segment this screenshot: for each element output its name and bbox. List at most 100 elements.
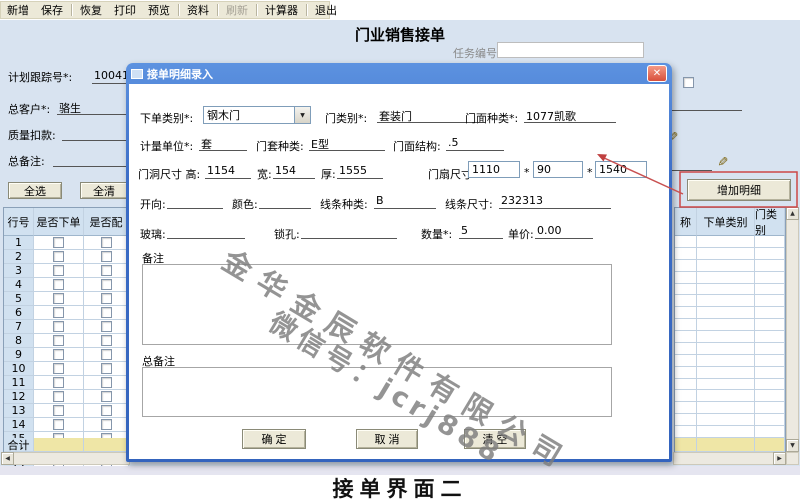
order-type-value: 钢木门 — [204, 107, 294, 123]
row-checkbox[interactable] — [101, 279, 112, 290]
leaf-height-input[interactable]: 1540 — [595, 161, 647, 178]
total-remark-field[interactable] — [53, 152, 129, 167]
toolbar-button-退出[interactable]: 退出 — [309, 2, 343, 18]
unit-price-field[interactable]: 0.00 — [535, 224, 593, 239]
leaf-width-input[interactable]: 1110 — [468, 161, 520, 178]
row-checkbox[interactable] — [53, 307, 64, 318]
toolbar-button-新增[interactable]: 新增 — [1, 2, 35, 18]
row-checkbox[interactable] — [53, 391, 64, 402]
row-checkbox[interactable] — [53, 265, 64, 276]
row-checkbox[interactable] — [101, 307, 112, 318]
row-checkbox[interactable] — [101, 293, 112, 304]
toolbar-button-保存[interactable]: 保存 — [35, 2, 69, 18]
door-category-cell — [755, 367, 785, 379]
row-checkbox[interactable] — [53, 349, 64, 360]
scroll-down-button[interactable]: ▼ — [786, 439, 799, 452]
row-checkbox[interactable] — [101, 377, 112, 388]
row-checkbox[interactable] — [53, 377, 64, 388]
remark-field-right[interactable] — [672, 156, 712, 171]
edit-pencil-icon[interactable]: ✎ — [714, 156, 729, 167]
line-type-field[interactable]: B — [374, 194, 436, 209]
chevron-down-icon[interactable]: ▼ — [294, 107, 310, 123]
scroll-left-button[interactable]: ◀ — [1, 452, 14, 465]
select-all-button[interactable]: 全选 — [8, 182, 62, 199]
toolbar-button-计算器[interactable]: 计算器 — [259, 2, 304, 18]
color-field[interactable] — [259, 194, 311, 209]
row-checkbox[interactable] — [53, 335, 64, 346]
row-checkbox[interactable] — [101, 419, 112, 430]
cancel-button[interactable]: 取 消 — [356, 429, 418, 449]
hole-width-field[interactable]: 154 — [273, 164, 315, 179]
door-category-field[interactable]: 套装门 — [377, 108, 477, 123]
lock-hole-field[interactable] — [301, 224, 397, 239]
row-number-cell: 6 — [4, 306, 34, 320]
scroll-right-button[interactable]: ▶ — [773, 452, 786, 465]
toolbar-button-恢复[interactable]: 恢复 — [74, 2, 108, 18]
table-row — [675, 414, 785, 426]
toolbar-button-打印[interactable]: 打印 — [108, 2, 142, 18]
row-checkbox[interactable] — [53, 279, 64, 290]
table-row — [675, 343, 785, 355]
row-checkbox[interactable] — [53, 321, 64, 332]
unit-field[interactable]: 套 — [199, 136, 247, 151]
close-icon[interactable]: ✕ — [647, 65, 667, 82]
table-row — [675, 379, 785, 391]
open-direction-field[interactable] — [167, 194, 223, 209]
name-cell — [675, 248, 697, 260]
configured-cell — [84, 390, 129, 404]
table-row — [675, 284, 785, 296]
line-size-field[interactable]: 232313 — [499, 194, 611, 209]
quality-deduction-field[interactable] — [62, 126, 129, 141]
row-checkbox[interactable] — [101, 321, 112, 332]
row-checkbox[interactable] — [101, 251, 112, 262]
row-checkbox[interactable] — [101, 265, 112, 276]
order-type-cell — [697, 248, 755, 260]
plan-row-checkbox[interactable] — [683, 77, 694, 88]
row-checkbox[interactable] — [53, 237, 64, 248]
row-checkbox[interactable] — [101, 363, 112, 374]
hole-height-field[interactable]: 1154 — [205, 164, 251, 179]
clear-all-button[interactable]: 全清 — [80, 182, 128, 199]
plan-no-field[interactable]: 100414-001 — [92, 57, 129, 84]
glass-field[interactable] — [167, 224, 245, 239]
row-checkbox[interactable] — [53, 405, 64, 416]
row-checkbox[interactable] — [101, 405, 112, 416]
name-cell — [675, 367, 697, 379]
row-checkbox[interactable] — [101, 335, 112, 346]
vertical-scrollbar[interactable] — [786, 207, 799, 452]
row-checkbox[interactable] — [53, 251, 64, 262]
face-structure-field[interactable]: .5 — [446, 136, 504, 151]
leaf-depth-input[interactable]: 90 — [533, 161, 583, 178]
row-number-cell: 10 — [4, 362, 34, 376]
frame-type-field[interactable]: E型 — [309, 136, 385, 151]
ok-button[interactable]: 确 定 — [242, 429, 306, 449]
h-scrollbar-left[interactable] — [1, 452, 130, 465]
clear-button[interactable]: 清 空 — [464, 429, 526, 449]
row-checkbox[interactable] — [101, 349, 112, 360]
page-title: 门业销售接单 — [300, 24, 500, 45]
row-checkbox[interactable] — [101, 237, 112, 248]
scroll-up-button[interactable]: ▲ — [786, 207, 799, 220]
order-type-cell — [697, 343, 755, 355]
face-type-field[interactable]: 1077凯歌 — [524, 108, 616, 123]
name-cell — [675, 343, 697, 355]
total-remark-textarea[interactable] — [142, 367, 612, 417]
row-checkbox[interactable] — [53, 419, 64, 430]
customer-field-right[interactable] — [672, 96, 742, 111]
add-detail-button[interactable]: 增加明细 — [687, 179, 791, 201]
remark-textarea[interactable] — [142, 264, 612, 345]
row-checkbox[interactable] — [101, 391, 112, 402]
row-checkbox[interactable] — [53, 293, 64, 304]
ordered-cell — [34, 306, 84, 320]
toolbar-button-资料[interactable]: 资料 — [181, 2, 215, 18]
order-type-select[interactable]: 钢木门 ▼ — [203, 106, 311, 124]
toolbar-button-预览[interactable]: 预览 — [142, 2, 176, 18]
order-type-cell — [697, 390, 755, 402]
hole-thickness-field[interactable]: 1555 — [337, 164, 383, 179]
customer-field[interactable]: 骆生 — [57, 100, 129, 115]
h-scrollbar-right[interactable] — [673, 452, 786, 465]
grid-header-row: 行号 是否下单 是否配 — [4, 208, 129, 236]
row-checkbox[interactable] — [53, 363, 64, 374]
task-no-input[interactable] — [497, 42, 644, 58]
quantity-field[interactable]: 5 — [459, 224, 503, 239]
